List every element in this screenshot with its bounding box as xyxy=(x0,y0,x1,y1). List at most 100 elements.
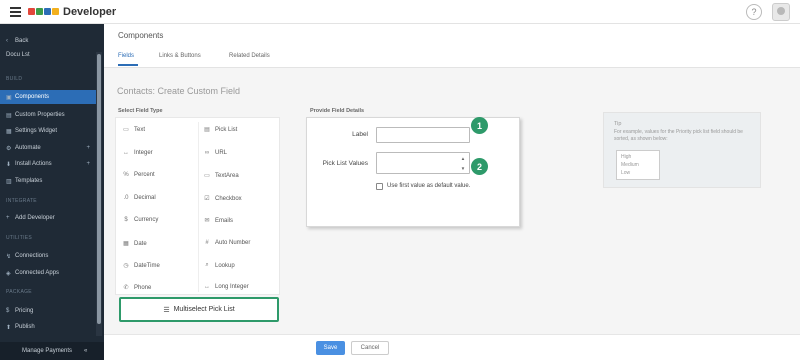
field-type-heading: Select Field Type xyxy=(118,108,163,114)
properties-icon: ▤ xyxy=(6,112,12,119)
apps-icon: ◈ xyxy=(6,270,11,277)
field-type-url[interactable]: ∞ URL xyxy=(202,150,227,156)
tab-links-buttons[interactable]: Links & Buttons xyxy=(159,53,201,59)
field-type-decimal[interactable]: .0 Decimal xyxy=(121,195,155,201)
default-value-label: Use first value as default value. xyxy=(387,183,471,189)
pricing-icon: $ xyxy=(6,308,10,314)
sidebar-item-publish[interactable]: ⬆ Publish xyxy=(0,320,96,334)
sidebar-item-components[interactable]: ▣ Components xyxy=(0,90,96,104)
tip-option: High xyxy=(621,154,632,160)
datetime-icon: ◷ xyxy=(123,263,129,269)
tip-box: Tip For example, values for the Priority… xyxy=(603,112,761,188)
decimal-icon: .0 xyxy=(123,195,129,201)
picklist-icon: ▤ xyxy=(204,127,210,133)
label-input[interactable] xyxy=(376,127,470,143)
integer-icon: ↔ xyxy=(123,150,129,156)
url-icon: ∞ xyxy=(204,150,210,156)
expand-icon[interactable]: + xyxy=(86,145,90,151)
add-user-icon: + xyxy=(6,215,10,221)
brand-title: Developer xyxy=(63,5,117,18)
date-icon: ▦ xyxy=(123,241,129,247)
currency-icon: $ xyxy=(124,217,128,223)
default-value-checkbox[interactable] xyxy=(376,183,383,190)
field-type-phone[interactable]: ✆ Phone xyxy=(121,284,151,292)
field-type-checkbox[interactable]: ☑ Checkbox xyxy=(202,195,241,203)
label-field-label: Label xyxy=(352,131,368,138)
connections-icon: ↯ xyxy=(6,253,12,260)
tip-title: Tip xyxy=(614,121,622,127)
field-type-date[interactable]: ▦ Date xyxy=(121,240,147,248)
field-type-multiselect-pick-list[interactable]: ☰ Multiselect Pick List xyxy=(119,297,279,322)
tip-example-list: High Medium Low xyxy=(616,150,660,180)
sidebar-item-custom-properties[interactable]: ▤ Custom Properties xyxy=(0,108,96,122)
field-details-heading: Provide Field Details xyxy=(310,108,365,114)
menu-icon[interactable] xyxy=(4,0,26,24)
avatar[interactable] xyxy=(772,3,790,21)
tab-fields[interactable]: Fields xyxy=(118,53,134,59)
collapse-icon[interactable]: « xyxy=(84,348,87,354)
chevron-up-icon[interactable]: ▲ xyxy=(459,153,467,163)
sidebar-item-settings-widget[interactable]: ▦ Settings Widget xyxy=(0,124,96,138)
field-type-percent[interactable]: % Percent xyxy=(121,172,154,178)
picklist-values-textarea[interactable] xyxy=(376,152,470,174)
chevron-down-icon[interactable]: ▼ xyxy=(459,163,467,173)
templates-icon: ▥ xyxy=(6,178,12,185)
field-type-text[interactable]: ▭ Text xyxy=(121,126,145,134)
field-type-datetime[interactable]: ◷ DateTime xyxy=(121,262,159,270)
section-title: Components xyxy=(118,31,164,40)
help-icon[interactable]: ? xyxy=(746,4,762,20)
field-type-pick-list[interactable]: ▤ Pick List xyxy=(202,126,237,134)
top-bar: Developer ? xyxy=(0,0,800,24)
field-type-emails[interactable]: ✉ Emails xyxy=(202,217,233,225)
sidebar-item-connections[interactable]: ↯ Connections xyxy=(0,249,96,263)
picklist-stepper[interactable]: ▲ ▼ xyxy=(459,153,467,173)
action-bar xyxy=(104,334,800,360)
automate-icon: ⚙ xyxy=(6,145,12,152)
sidebar-item-templates[interactable]: ▥ Templates xyxy=(0,174,96,188)
field-type-auto-number[interactable]: # Auto Number xyxy=(202,240,250,246)
tip-option: Low xyxy=(621,170,631,176)
tab-related-details[interactable]: Related Details xyxy=(229,53,270,59)
picklist-field-label: Pick List Values xyxy=(322,160,368,167)
percent-icon: % xyxy=(123,172,129,178)
components-icon: ▣ xyxy=(6,94,12,101)
sidebar-section-integrate: INTEGRATE xyxy=(6,198,37,204)
sidebar-item-automate[interactable]: ⚙ Automate + xyxy=(0,141,96,155)
sidebar-item-add-developer[interactable]: + Add Developer xyxy=(0,211,96,225)
expand-icon[interactable]: + xyxy=(86,161,90,167)
field-type-lookup[interactable]: ⌕ Lookup xyxy=(202,262,234,269)
active-tab-indicator xyxy=(118,64,138,66)
sidebar: ‹ Back Docu Lst BUILD ▣ Components ▤ Custom… xyxy=(0,24,104,360)
sidebar-section-build: BUILD xyxy=(6,76,23,82)
text-icon: ▭ xyxy=(123,127,129,133)
sidebar-footer[interactable]: Manage Payments « xyxy=(0,342,104,360)
step-badge-2: 2 xyxy=(471,158,488,175)
field-type-integer[interactable]: ↔ Integer xyxy=(121,150,153,156)
field-type-long-integer[interactable]: ↔ Long Integer xyxy=(202,284,249,290)
back-link[interactable]: ‹ Back xyxy=(0,34,96,48)
tip-option: Medium xyxy=(621,162,639,168)
sidebar-scroll-thumb[interactable] xyxy=(97,54,101,324)
field-type-currency[interactable]: $ Currency xyxy=(121,217,158,223)
textarea-icon: ▭ xyxy=(204,173,210,179)
lookup-icon: ⌕ xyxy=(205,262,209,268)
sidebar-section-utilities: UTILITIES xyxy=(6,235,33,241)
sidebar-crumb: Docu Lst xyxy=(6,52,30,58)
sidebar-item-install-actions[interactable]: ⬇ Install Actions + xyxy=(0,157,96,171)
logo xyxy=(28,8,59,15)
install-icon: ⬇ xyxy=(6,161,12,168)
checkbox-icon: ☑ xyxy=(204,196,210,202)
sidebar-item-connected-apps[interactable]: ◈ Connected Apps xyxy=(0,266,96,280)
multiselect-icon: ☰ xyxy=(163,306,170,314)
field-type-textarea[interactable]: ▭ TextArea xyxy=(202,172,239,180)
autonumber-icon: # xyxy=(205,240,209,246)
back-arrow-icon: ‹ xyxy=(6,38,8,44)
cancel-button[interactable]: Cancel xyxy=(351,341,389,355)
phone-icon: ✆ xyxy=(123,285,129,291)
email-icon: ✉ xyxy=(204,218,210,224)
publish-icon: ⬆ xyxy=(6,324,12,331)
sidebar-item-pricing[interactable]: $ Pricing xyxy=(0,304,96,318)
save-button[interactable]: Save xyxy=(316,341,345,355)
tip-text: For example, values for the Priority pic… xyxy=(614,129,743,142)
step-badge-1: 1 xyxy=(471,117,488,134)
